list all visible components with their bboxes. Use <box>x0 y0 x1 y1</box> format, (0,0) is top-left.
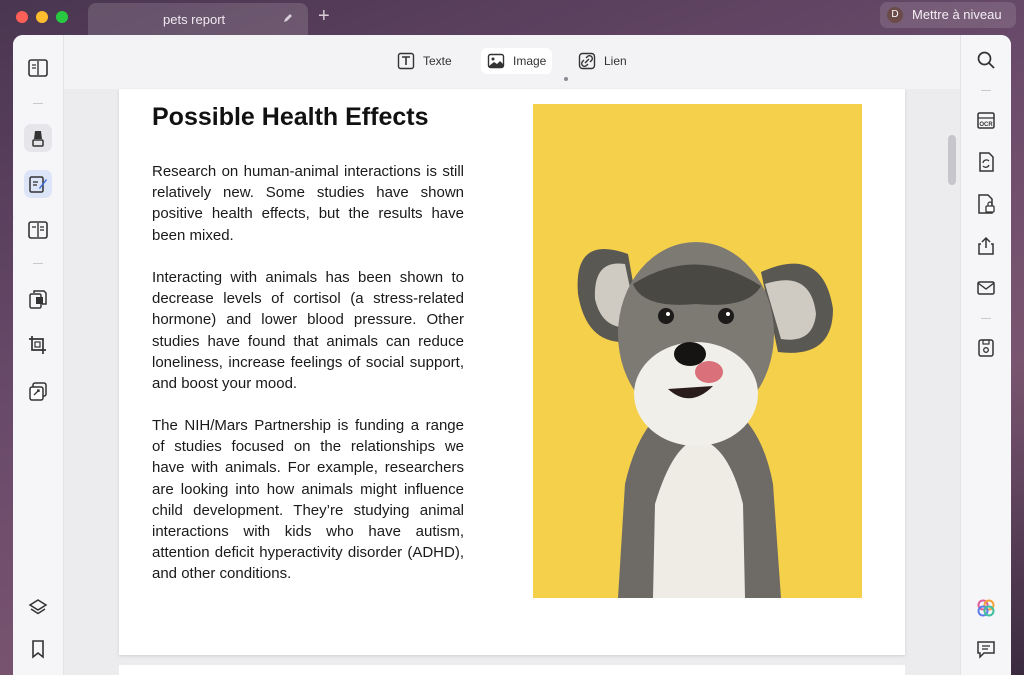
dog-photo[interactable] <box>533 104 862 598</box>
search-icon[interactable] <box>975 49 997 71</box>
rail-divider <box>33 103 43 104</box>
pdf-page: Possible Health Effects Research on huma… <box>119 89 905 655</box>
zoom-window-button[interactable] <box>56 11 68 23</box>
mail-icon[interactable] <box>975 277 997 299</box>
new-tab-plus-icon[interactable]: + <box>318 6 330 26</box>
tab-title: pets report <box>163 12 226 27</box>
ocr-icon[interactable]: OCR <box>975 109 997 131</box>
highlighter-icon[interactable] <box>27 127 49 149</box>
avatar: D <box>887 7 903 23</box>
toolbar-indicator-dot <box>564 77 568 81</box>
reader-icon[interactable] <box>27 57 49 79</box>
edit-icon[interactable] <box>27 173 49 195</box>
link-icon <box>578 52 596 70</box>
document-viewport[interactable]: Possible Health Effects Research on huma… <box>64 89 960 675</box>
share-icon[interactable] <box>975 235 997 257</box>
text-tool-button[interactable]: Texte <box>397 50 452 72</box>
text-icon <box>397 52 415 70</box>
edit-toolbar: Texte Image Lien <box>64 35 960 89</box>
paragraph[interactable]: Research on human-animal interactions is… <box>152 161 464 246</box>
organize-pages-icon[interactable] <box>27 288 49 310</box>
rail-divider <box>33 263 43 264</box>
paragraph[interactable]: Interacting with animals has been shown … <box>152 267 464 394</box>
save-icon[interactable] <box>975 337 997 359</box>
link-tool-label: Lien <box>604 54 627 68</box>
rail-divider <box>981 90 991 91</box>
page-heading[interactable]: Possible Health Effects <box>152 103 428 132</box>
layers-icon[interactable] <box>27 597 49 619</box>
right-toolbar: OCR <box>960 35 1011 675</box>
svg-text:OCR: OCR <box>979 122 993 128</box>
image-icon <box>487 53 505 69</box>
next-pdf-page <box>119 665 905 675</box>
rail-divider <box>981 318 991 319</box>
form-icon[interactable] <box>27 219 49 241</box>
upgrade-button[interactable]: D Mettre à niveau <box>880 2 1016 28</box>
ai-assistant-icon[interactable] <box>975 597 997 619</box>
app-window: Texte Image Lien Possible Health Effects… <box>13 35 1011 675</box>
convert-pdf-icon[interactable] <box>975 151 997 173</box>
convert-icon[interactable] <box>27 380 49 402</box>
paragraph[interactable]: The NIH/Mars Partnership is funding a ra… <box>152 415 464 585</box>
upgrade-label: Mettre à niveau <box>912 7 1002 22</box>
image-tool-label: Image <box>513 54 547 68</box>
comment-icon[interactable] <box>975 638 997 660</box>
image-tool-button[interactable]: Image <box>481 48 553 74</box>
bookmark-icon[interactable] <box>27 638 49 660</box>
title-bar: pets report + D Mettre à niveau <box>0 0 1024 36</box>
vertical-scrollbar[interactable] <box>948 135 956 185</box>
close-window-button[interactable] <box>16 11 28 23</box>
document-tab[interactable]: pets report <box>88 3 308 36</box>
pencil-icon[interactable] <box>282 11 294 23</box>
minimize-window-button[interactable] <box>36 11 48 23</box>
link-tool-button[interactable]: Lien <box>578 50 627 72</box>
crop-icon[interactable] <box>27 334 49 356</box>
text-tool-label: Texte <box>423 54 452 68</box>
protect-icon[interactable] <box>975 193 997 215</box>
left-toolbar <box>13 35 64 675</box>
